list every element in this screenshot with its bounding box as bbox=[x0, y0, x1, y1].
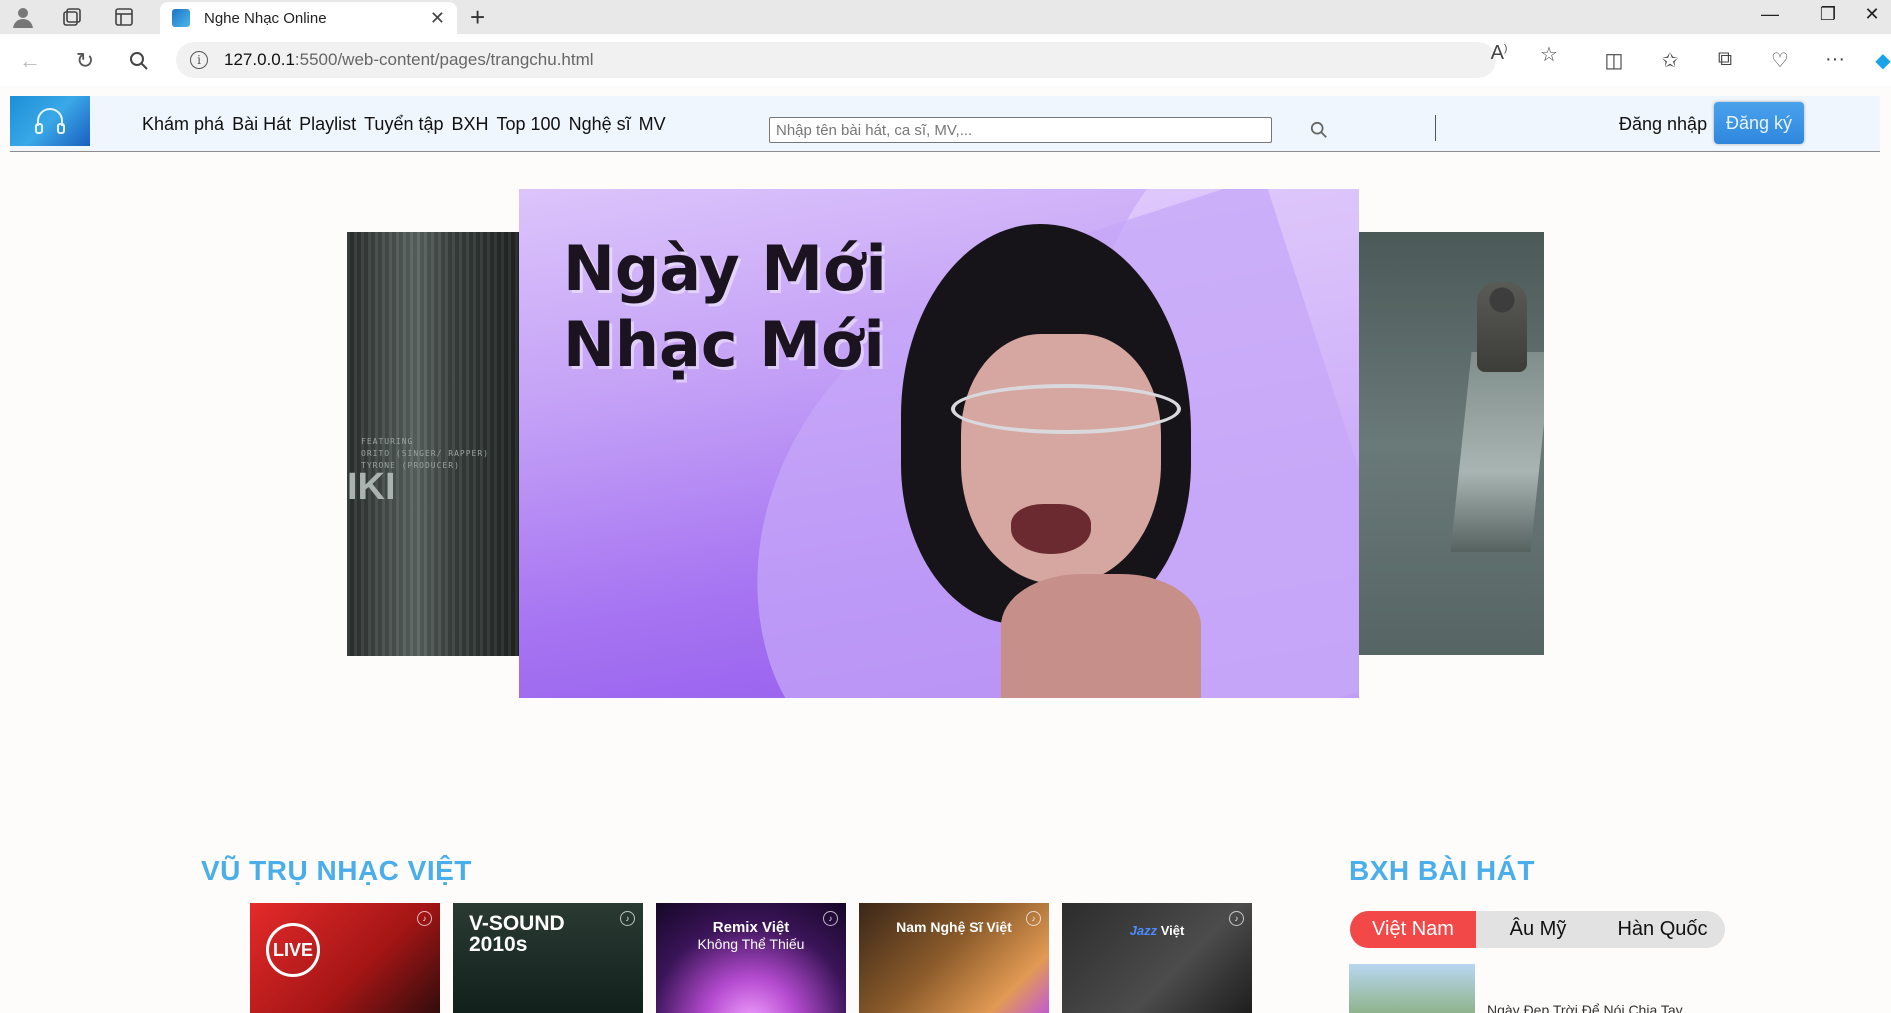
split-screen-icon[interactable]: ◫ bbox=[1597, 48, 1631, 73]
menu-kham-pha[interactable]: Khám phá bbox=[142, 114, 224, 135]
playlist-cards: ♪ LIVE ♪ V-SOUND 2010s ♪ Remix Việt Khôn… bbox=[250, 903, 1252, 1013]
song-thumbnail[interactable] bbox=[1349, 964, 1475, 1013]
menu-top-100[interactable]: Top 100 bbox=[497, 114, 561, 135]
browser-essentials-icon[interactable]: ♡ bbox=[1763, 48, 1797, 73]
browser-toolbar: ← ↻ i 127.0.0.1:5500/web-content/pages/t… bbox=[0, 34, 1891, 86]
card-title: Việt bbox=[1160, 923, 1185, 938]
profile-icon[interactable] bbox=[6, 5, 40, 29]
section-title-vu-tru: VŨ TRỤ NHẠC VIỆT bbox=[201, 855, 472, 886]
site-header: Khám phá Bài Hát Playlist Tuyển tập BXH … bbox=[10, 96, 1880, 152]
brand-icon: ♪ bbox=[417, 911, 432, 926]
card-title: Remix Việt bbox=[712, 919, 790, 936]
tab-title: Nghe Nhạc Online bbox=[204, 9, 327, 27]
register-button[interactable]: Đăng ký bbox=[1714, 102, 1804, 144]
carousel-slide-next[interactable] bbox=[1357, 232, 1544, 655]
new-tab-icon[interactable]: + bbox=[470, 2, 485, 33]
card-title-accent: Jazz bbox=[1129, 923, 1158, 938]
playlist-card[interactable]: ♪ Remix Việt Không Thể Thiếu bbox=[656, 903, 846, 1013]
card-subtitle: Không Thể Thiếu bbox=[697, 936, 805, 952]
read-aloud-icon[interactable]: A) bbox=[1482, 42, 1516, 65]
search-input[interactable] bbox=[769, 117, 1272, 143]
card-title: Nam Nghệ Sĩ Việt bbox=[896, 919, 1012, 935]
section-title-bxh: BXH BÀI HÁT bbox=[1349, 855, 1535, 886]
slide-headline: Ngày Mới Nhạc Mới bbox=[563, 232, 887, 381]
menu-bai-hat[interactable]: Bài Hát bbox=[232, 114, 291, 135]
playlist-card[interactable]: ♪ Jazz Việt bbox=[1062, 903, 1252, 1013]
playlist-card[interactable]: ♪ V-SOUND 2010s bbox=[453, 903, 643, 1013]
favorite-star-icon[interactable]: ☆ bbox=[1532, 42, 1566, 67]
carousel-slide-main[interactable]: Ngày Mới Nhạc Mới bbox=[519, 189, 1359, 698]
menu-tuyen-tap[interactable]: Tuyển tập bbox=[364, 114, 443, 135]
browser-tab-active[interactable]: Nghe Nhạc Online ✕ bbox=[160, 2, 457, 34]
slide-big-text: IKI bbox=[347, 466, 396, 508]
search-button[interactable] bbox=[1307, 118, 1331, 142]
playlist-card[interactable]: ♪ Nam Nghệ Sĩ Việt bbox=[859, 903, 1049, 1013]
url-path: :5500/web-content/pages/trangchu.html bbox=[294, 50, 594, 69]
back-icon[interactable]: ← bbox=[15, 46, 45, 76]
menu-playlist[interactable]: Playlist bbox=[299, 114, 356, 135]
search-icon[interactable] bbox=[124, 46, 154, 76]
restore-icon[interactable]: ❐ bbox=[1808, 4, 1848, 25]
favorites-icon[interactable]: ✩ bbox=[1653, 48, 1687, 73]
refresh-icon[interactable]: ↻ bbox=[70, 46, 100, 76]
magnifier-icon bbox=[1310, 121, 1327, 138]
collections-icon[interactable]: ⧉ bbox=[1708, 48, 1742, 71]
card-live-label: LIVE bbox=[266, 923, 320, 977]
header-divider bbox=[1435, 115, 1436, 141]
headphones-icon bbox=[35, 108, 65, 134]
address-bar[interactable]: i 127.0.0.1:5500/web-content/pages/trang… bbox=[176, 42, 1496, 78]
site-info-icon[interactable]: i bbox=[190, 51, 208, 69]
menu-bxh[interactable]: BXH bbox=[452, 114, 489, 135]
close-window-icon[interactable]: ✕ bbox=[1852, 4, 1891, 25]
main-menu: Khám phá Bài Hát Playlist Tuyển tập BXH … bbox=[142, 114, 666, 135]
menu-mv[interactable]: MV bbox=[639, 114, 666, 135]
more-menu-icon[interactable]: ··· bbox=[1818, 48, 1852, 71]
artist-image bbox=[891, 224, 1201, 698]
close-tab-icon[interactable]: ✕ bbox=[430, 8, 445, 29]
site-logo[interactable] bbox=[10, 96, 90, 146]
bxh-tab-group: Việt Nam Âu Mỹ Hàn Quốc bbox=[1350, 911, 1725, 948]
tab-actions-icon[interactable] bbox=[107, 5, 141, 29]
workspaces-icon[interactable] bbox=[55, 5, 89, 29]
song-title[interactable]: Ngày Đẹp Trời Để Nói Chia Tay bbox=[1487, 1002, 1683, 1013]
copilot-icon[interactable]: ◆ bbox=[1866, 48, 1891, 73]
playlist-card[interactable]: ♪ LIVE bbox=[250, 903, 440, 1013]
site-favicon-icon bbox=[172, 9, 190, 27]
menu-nghe-si[interactable]: Nghệ sĩ bbox=[569, 114, 631, 135]
bxh-tab-viet-nam[interactable]: Việt Nam bbox=[1350, 911, 1476, 948]
card-title: V-SOUND bbox=[469, 912, 565, 935]
minimize-icon[interactable]: — bbox=[1750, 4, 1790, 25]
url-host: 127.0.0.1 bbox=[224, 50, 295, 69]
login-link[interactable]: Đăng nhập bbox=[1619, 114, 1707, 135]
carousel-slide-prev[interactable]: FEATURING ORITO (SINGER/ RAPPER) TYRONE … bbox=[347, 232, 520, 656]
bxh-tab-au-my[interactable]: Âu Mỹ bbox=[1476, 911, 1600, 948]
browser-titlebar: Nghe Nhạc Online ✕ + — ❐ ✕ bbox=[0, 0, 1891, 34]
card-subtitle: 2010s bbox=[469, 933, 528, 956]
bxh-tab-han-quoc[interactable]: Hàn Quốc bbox=[1600, 911, 1725, 948]
page-content: Khám phá Bài Hát Playlist Tuyển tập BXH … bbox=[0, 86, 1891, 1013]
